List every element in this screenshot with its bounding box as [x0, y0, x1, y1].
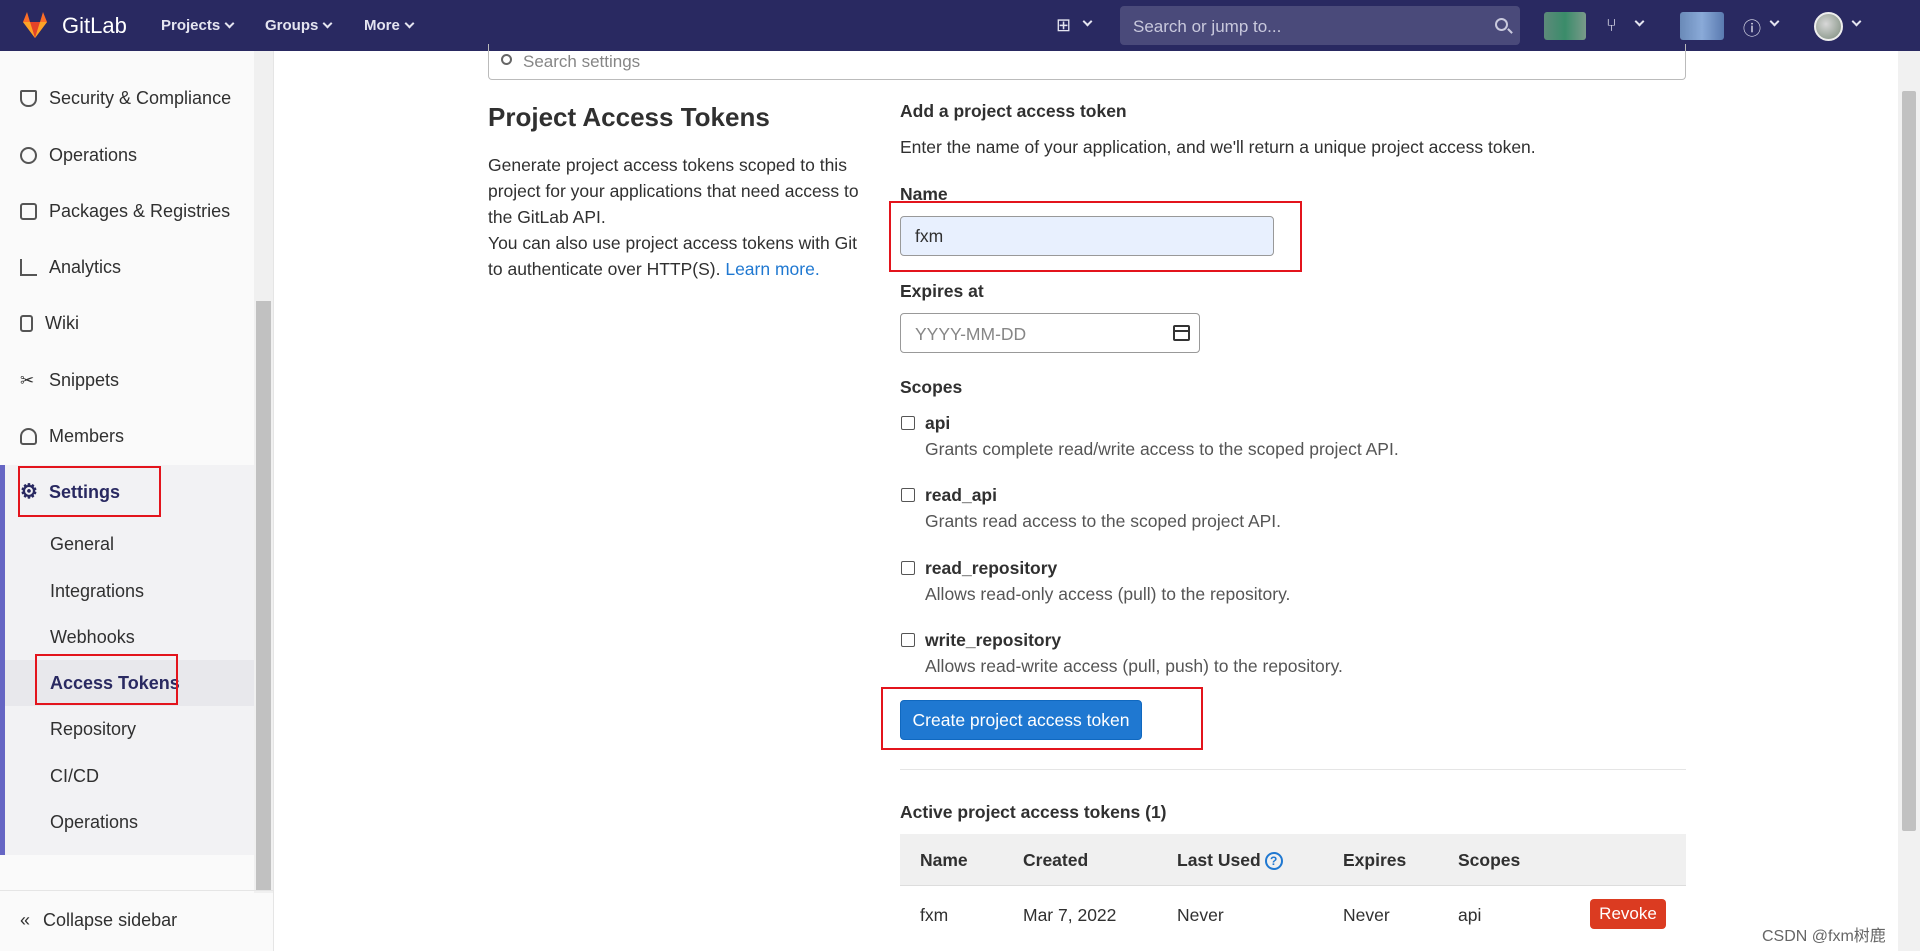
collapse-sidebar-button[interactable]: « Collapse sidebar: [20, 910, 177, 931]
scope-read-api-label[interactable]: read_api: [925, 485, 997, 506]
scope-read-api-desc: Grants read access to the scoped project…: [925, 511, 1282, 531]
row-created: Mar 7, 2022: [1023, 905, 1117, 925]
sidebar-sub-general[interactable]: General: [50, 534, 114, 555]
package-icon: [20, 203, 37, 220]
highlight-access-tokens-box: [35, 654, 178, 705]
scope-read-repository-desc: Allows read-only access (pull) to the re…: [925, 584, 1291, 604]
scope-read-repository-checkbox[interactable]: [901, 561, 915, 575]
expires-date-input[interactable]: YYYY-MM-DD: [900, 313, 1200, 353]
sidebar-item-members[interactable]: Members: [20, 426, 124, 447]
chevron-down-icon: [404, 18, 415, 29]
chevron-down-icon[interactable]: [1851, 16, 1862, 27]
scope-api-label[interactable]: api: [925, 413, 950, 434]
shield-icon: [20, 90, 37, 107]
plus-square-icon[interactable]: ⊞: [1056, 15, 1071, 36]
calendar-icon[interactable]: [1173, 325, 1190, 341]
scope-read-api-checkbox[interactable]: [901, 488, 915, 502]
row-expires: Never: [1343, 905, 1390, 925]
section-divider: [900, 769, 1686, 770]
sidebar-scrollbar[interactable]: [254, 51, 273, 893]
row-token-name: fxm: [920, 905, 949, 925]
nav-groups[interactable]: Groups: [265, 17, 333, 34]
row-last-used: Never: [1177, 905, 1224, 925]
chevron-down-icon[interactable]: [1769, 16, 1780, 27]
search-icon: [1495, 18, 1508, 31]
watermark: CSDN @fxm树鹿: [1762, 928, 1886, 945]
sidebar-divider: [0, 890, 274, 891]
book-icon: [20, 315, 33, 332]
sidebar-sub-integrations[interactable]: Integrations: [50, 581, 144, 602]
users-icon: [20, 428, 37, 445]
scope-write-repository-desc: Allows read-write access (pull, push) to…: [925, 656, 1343, 676]
sidebar-item-analytics[interactable]: Analytics: [20, 257, 121, 278]
active-tokens-title: Active project access tokens (1): [900, 802, 1167, 822]
gitlab-logo-icon[interactable]: [20, 11, 50, 39]
merge-request-icon[interactable]: ⑂: [1606, 15, 1617, 36]
sidebar-sub-repository[interactable]: Repository: [50, 719, 136, 740]
search-icon: [501, 54, 512, 65]
nav-more[interactable]: More: [364, 17, 415, 34]
chevron-down-icon[interactable]: [1082, 16, 1093, 27]
user-avatar[interactable]: [1814, 12, 1843, 41]
page-scrollbar-thumb[interactable]: [1902, 91, 1916, 831]
scope-write-repository-checkbox[interactable]: [901, 633, 915, 647]
sidebar-sub-webhooks[interactable]: Webhooks: [50, 627, 135, 648]
expires-label: Expires at: [900, 281, 984, 301]
scopes-label: Scopes: [900, 377, 963, 397]
scissors-icon: ✂: [20, 371, 35, 390]
scope-write-repository-label[interactable]: write_repository: [925, 630, 1061, 651]
highlight-create-box: [881, 687, 1203, 750]
sidebar-item-wiki[interactable]: Wiki: [20, 313, 79, 334]
scope-read-repository-label[interactable]: read_repository: [925, 558, 1057, 579]
highlight-name-box: [889, 201, 1302, 272]
tokens-table-header: Name Created Last Used? Expires Scopes: [900, 834, 1686, 886]
cloud-gear-icon: [20, 147, 37, 164]
sidebar-item-security-compliance[interactable]: Security & Compliance: [20, 88, 231, 109]
header-created: Created: [1023, 850, 1089, 870]
chart-icon: [20, 259, 37, 276]
sidebar-sub-cicd[interactable]: CI/CD: [50, 766, 99, 787]
learn-more-link[interactable]: Learn more.: [725, 259, 819, 279]
revoke-button[interactable]: Revoke: [1590, 899, 1666, 929]
highlight-settings-box: [18, 466, 161, 517]
sidebar-item-snippets[interactable]: ✂ Snippets: [20, 370, 119, 391]
help-icon[interactable]: ⓘ: [1743, 15, 1761, 41]
double-chevron-left-icon: «: [20, 910, 31, 930]
sidebar-sub-operations[interactable]: Operations: [50, 812, 138, 833]
scope-api-desc: Grants complete read/write access to the…: [925, 439, 1399, 459]
sidebar-item-operations[interactable]: Operations: [20, 145, 137, 166]
page-scrollbar[interactable]: [1898, 51, 1920, 951]
page-title: Project Access Tokens: [488, 102, 770, 132]
header-name: Name: [920, 850, 968, 870]
row-scopes: api: [1458, 905, 1482, 925]
sidebar-scrollbar-thumb[interactable]: [256, 301, 271, 891]
header-expires: Expires: [1343, 850, 1407, 870]
chevron-down-icon: [322, 18, 333, 29]
form-title: Add a project access token: [900, 101, 1127, 121]
todos-icon[interactable]: [1680, 12, 1724, 40]
nav-projects[interactable]: Projects: [161, 17, 235, 34]
global-search-input[interactable]: Search or jump to...: [1120, 6, 1520, 45]
question-icon[interactable]: ?: [1264, 852, 1283, 871]
scope-api-checkbox[interactable]: [901, 416, 915, 430]
header-last-used: Last Used?: [1177, 850, 1283, 871]
chevron-down-icon: [224, 18, 235, 29]
brand-name[interactable]: GitLab: [62, 13, 127, 39]
chevron-down-icon[interactable]: [1634, 16, 1645, 27]
section-description: Generate project access tokens scoped to…: [488, 155, 859, 279]
form-description: Enter the name of your application, and …: [900, 137, 1536, 157]
issues-icon[interactable]: [1544, 12, 1586, 40]
header-scopes: Scopes: [1458, 850, 1521, 870]
sidebar-item-packages-registries[interactable]: Packages & Registries: [20, 201, 230, 222]
settings-search-input[interactable]: Search settings: [488, 44, 1686, 80]
